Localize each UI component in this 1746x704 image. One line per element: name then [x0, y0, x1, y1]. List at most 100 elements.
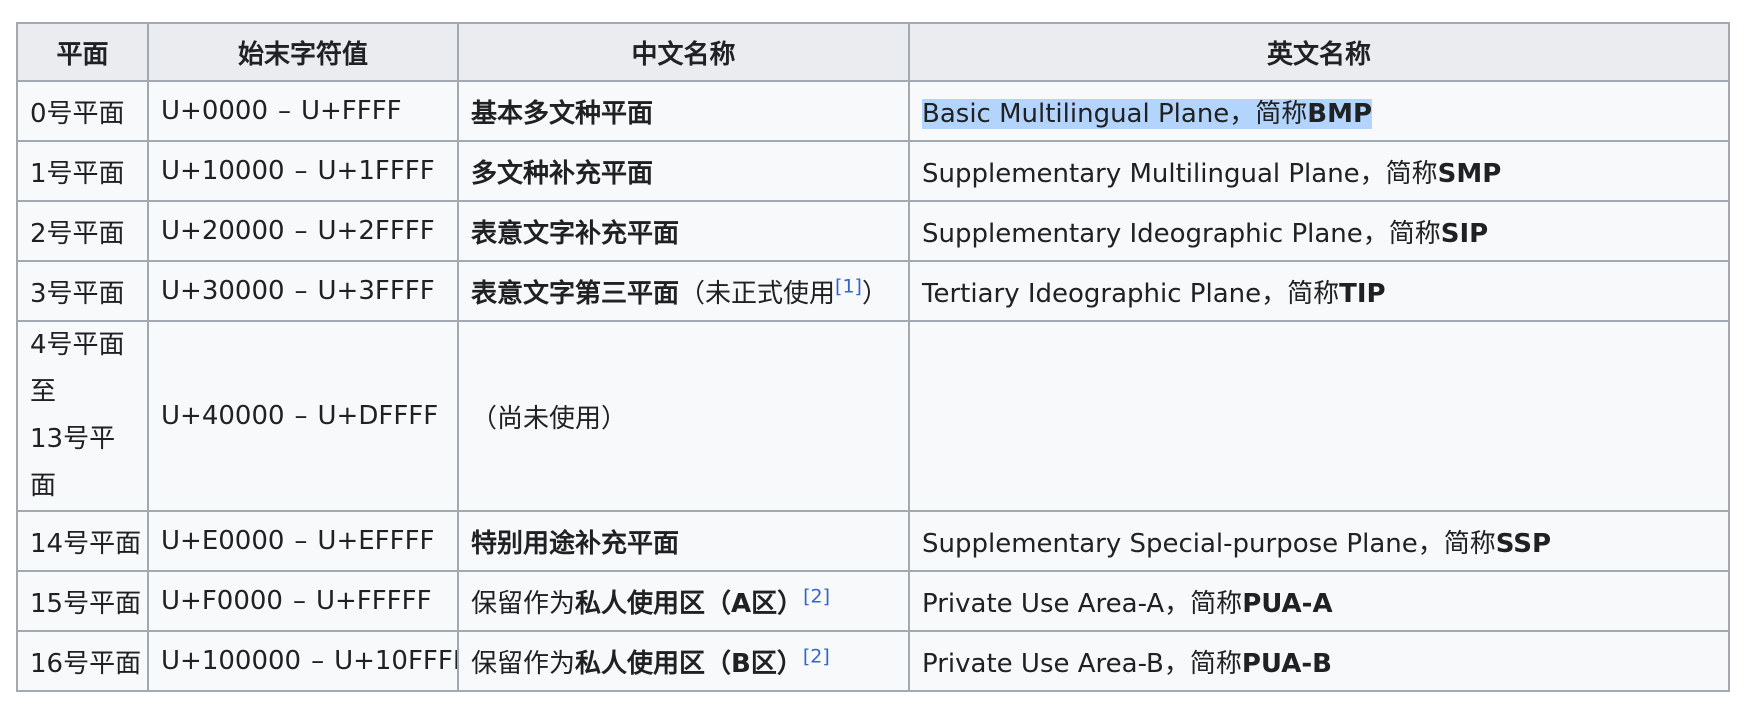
- plane-cell: 0号平面: [16, 80, 149, 142]
- table-row: 14号平面 U+E0000– U+EFFFF 特别用途补充平面 Supplemen…: [16, 510, 1730, 572]
- english-name: Supplementary Ideographic Plane，简称: [922, 218, 1441, 249]
- chinese-name: 表意文字补充平面: [471, 218, 680, 249]
- abbreviation: SIP: [1440, 218, 1489, 249]
- range-cell: U+E0000– U+EFFFF: [147, 510, 459, 572]
- range-start: U+E0000: [161, 526, 285, 556]
- english-name-cell: Private Use Area-A，简称PUA-A: [908, 570, 1730, 632]
- english-name-cell: Supplementary Multilingual Plane，简称SMP: [908, 140, 1730, 202]
- chinese-name: 私人使用区（B区）: [575, 648, 803, 679]
- table-row: 0号平面 U+0000– U+FFFF 基本多文种平面 Basic Multili…: [16, 80, 1730, 142]
- table-row: 15号平面 U+F0000– U+FFFFF 保留作为私人使用区（A区）[2] P…: [16, 570, 1730, 632]
- english-name: Private Use Area-A，简称: [922, 588, 1243, 619]
- plane-line: 至: [30, 377, 57, 407]
- chinese-name: 表意文字第三平面: [471, 278, 680, 309]
- range-cell: U+30000– U+3FFFF: [147, 260, 459, 322]
- range-separator: –: [294, 276, 308, 306]
- table-row: 1号平面 U+10000– U+1FFFF 多文种补充平面 Supplementa…: [16, 140, 1730, 202]
- chinese-note: （未正式使用: [679, 278, 836, 309]
- range-end: U+2FFFF: [317, 216, 435, 246]
- plane-cell: 3号平面: [16, 260, 149, 322]
- english-name: Tertiary Ideographic Plane，简称: [922, 278, 1340, 309]
- plane-cell: 4号平面至 13号平面: [16, 320, 149, 512]
- english-name-cell: Private Use Area-B，简称PUA-B: [908, 630, 1730, 692]
- table-row: 16号平面 U+100000– U+10FFFF 保留作为私人使用区（B区）[2]…: [16, 630, 1730, 692]
- english-name-cell: Basic Multilingual Plane，简称BMP: [908, 80, 1730, 142]
- chinese-name: 基本多文种平面: [471, 98, 654, 129]
- abbreviation: BMP: [1307, 98, 1373, 129]
- range-start: U+0000: [161, 96, 268, 126]
- chinese-note-close: ）: [861, 278, 888, 309]
- header-plane: 平面: [16, 22, 149, 82]
- chinese-name: 特别用途补充平面: [471, 528, 680, 559]
- range-start: U+100000: [161, 646, 302, 676]
- range-cell: U+40000– U+DFFFF: [147, 320, 459, 512]
- reference-link[interactable]: [1]: [835, 275, 862, 297]
- range-end: U+FFFFF: [315, 586, 432, 616]
- range-start: U+10000: [161, 156, 285, 186]
- plane-cell: 16号平面: [16, 630, 149, 692]
- range-start: U+F0000: [161, 586, 283, 616]
- selected-text[interactable]: Basic Multilingual Plane，简称BMP: [922, 98, 1373, 129]
- range-cell: U+100000– U+10FFFF: [147, 630, 459, 692]
- plane-cell: 14号平面: [16, 510, 149, 572]
- range-separator: –: [294, 156, 308, 186]
- chinese-name: 私人使用区（A区）: [575, 588, 804, 619]
- english-name-cell: Supplementary Ideographic Plane，简称SIP: [908, 200, 1730, 262]
- chinese-name-cell: 特别用途补充平面: [457, 510, 910, 572]
- range-end: U+3FFFF: [317, 276, 435, 306]
- abbreviation: TIP: [1339, 278, 1386, 309]
- english-name-cell: [908, 320, 1730, 512]
- english-name: Private Use Area-B，简称: [922, 648, 1242, 679]
- chinese-name-cell: 基本多文种平面: [457, 80, 910, 142]
- abbreviation: SSP: [1495, 528, 1552, 559]
- range-separator: –: [294, 526, 308, 556]
- range-end: U+EFFFF: [317, 526, 435, 556]
- plane-cell: 1号平面: [16, 140, 149, 202]
- range-cell: U+F0000– U+FFFFF: [147, 570, 459, 632]
- chinese-note: （尚未使用）: [471, 403, 628, 434]
- range-separator: –: [294, 216, 308, 246]
- english-name: Basic Multilingual Plane，简称: [922, 98, 1308, 129]
- chinese-name: 多文种补充平面: [471, 158, 654, 189]
- header-row: 平面 始末字符值 中文名称 英文名称: [16, 22, 1730, 82]
- range-end: U+FFFF: [300, 96, 402, 126]
- chinese-name-cell: （尚未使用）: [457, 320, 910, 512]
- range-end: U+1FFFF: [317, 156, 435, 186]
- range-cell: U+20000– U+2FFFF: [147, 200, 459, 262]
- english-name-cell: Supplementary Special-purpose Plane，简称SS…: [908, 510, 1730, 572]
- range-start: U+40000: [161, 401, 285, 431]
- range-start: U+30000: [161, 276, 285, 306]
- abbreviation: SMP: [1437, 158, 1502, 189]
- table-row: 3号平面 U+30000– U+3FFFF 表意文字第三平面（未正式使用[1]） …: [16, 260, 1730, 322]
- english-name-cell: Tertiary Ideographic Plane，简称TIP: [908, 260, 1730, 322]
- chinese-prefix: 保留作为: [471, 588, 576, 619]
- plane-cell: 15号平面: [16, 570, 149, 632]
- chinese-prefix: 保留作为: [471, 648, 576, 679]
- abbreviation: PUA-B: [1241, 648, 1332, 679]
- reference-link[interactable]: [2]: [803, 645, 830, 667]
- range-end: U+10FFFF: [334, 646, 458, 676]
- chinese-name-cell: 多文种补充平面: [457, 140, 910, 202]
- range-cell: U+10000– U+1FFFF: [147, 140, 459, 202]
- table-row: 2号平面 U+20000– U+2FFFF 表意文字补充平面 Supplement…: [16, 200, 1730, 262]
- plane-line: 4号平面: [30, 330, 125, 360]
- range-start: U+20000: [161, 216, 285, 246]
- table-row: 4号平面至 13号平面 U+40000– U+DFFFF （尚未使用）: [16, 320, 1730, 512]
- plane-line: 13号平面: [30, 424, 116, 501]
- range-end: U+DFFFF: [317, 401, 439, 431]
- range-separator: –: [294, 401, 308, 431]
- range-separator: –: [292, 586, 306, 616]
- chinese-name-cell: 保留作为私人使用区（A区）[2]: [457, 570, 910, 632]
- range-separator: –: [277, 96, 291, 126]
- chinese-name-cell: 表意文字第三平面（未正式使用[1]）: [457, 260, 910, 322]
- plane-cell: 2号平面: [16, 200, 149, 262]
- chinese-name-cell: 表意文字补充平面: [457, 200, 910, 262]
- header-code-range: 始末字符值: [147, 22, 459, 82]
- range-cell: U+0000– U+FFFF: [147, 80, 459, 142]
- range-separator: –: [311, 646, 325, 676]
- reference-link[interactable]: [2]: [803, 585, 830, 607]
- abbreviation: PUA-A: [1242, 588, 1333, 619]
- chinese-name-cell: 保留作为私人使用区（B区）[2]: [457, 630, 910, 692]
- header-english-name: 英文名称: [908, 22, 1730, 82]
- english-name: Supplementary Special-purpose Plane，简称: [922, 528, 1496, 559]
